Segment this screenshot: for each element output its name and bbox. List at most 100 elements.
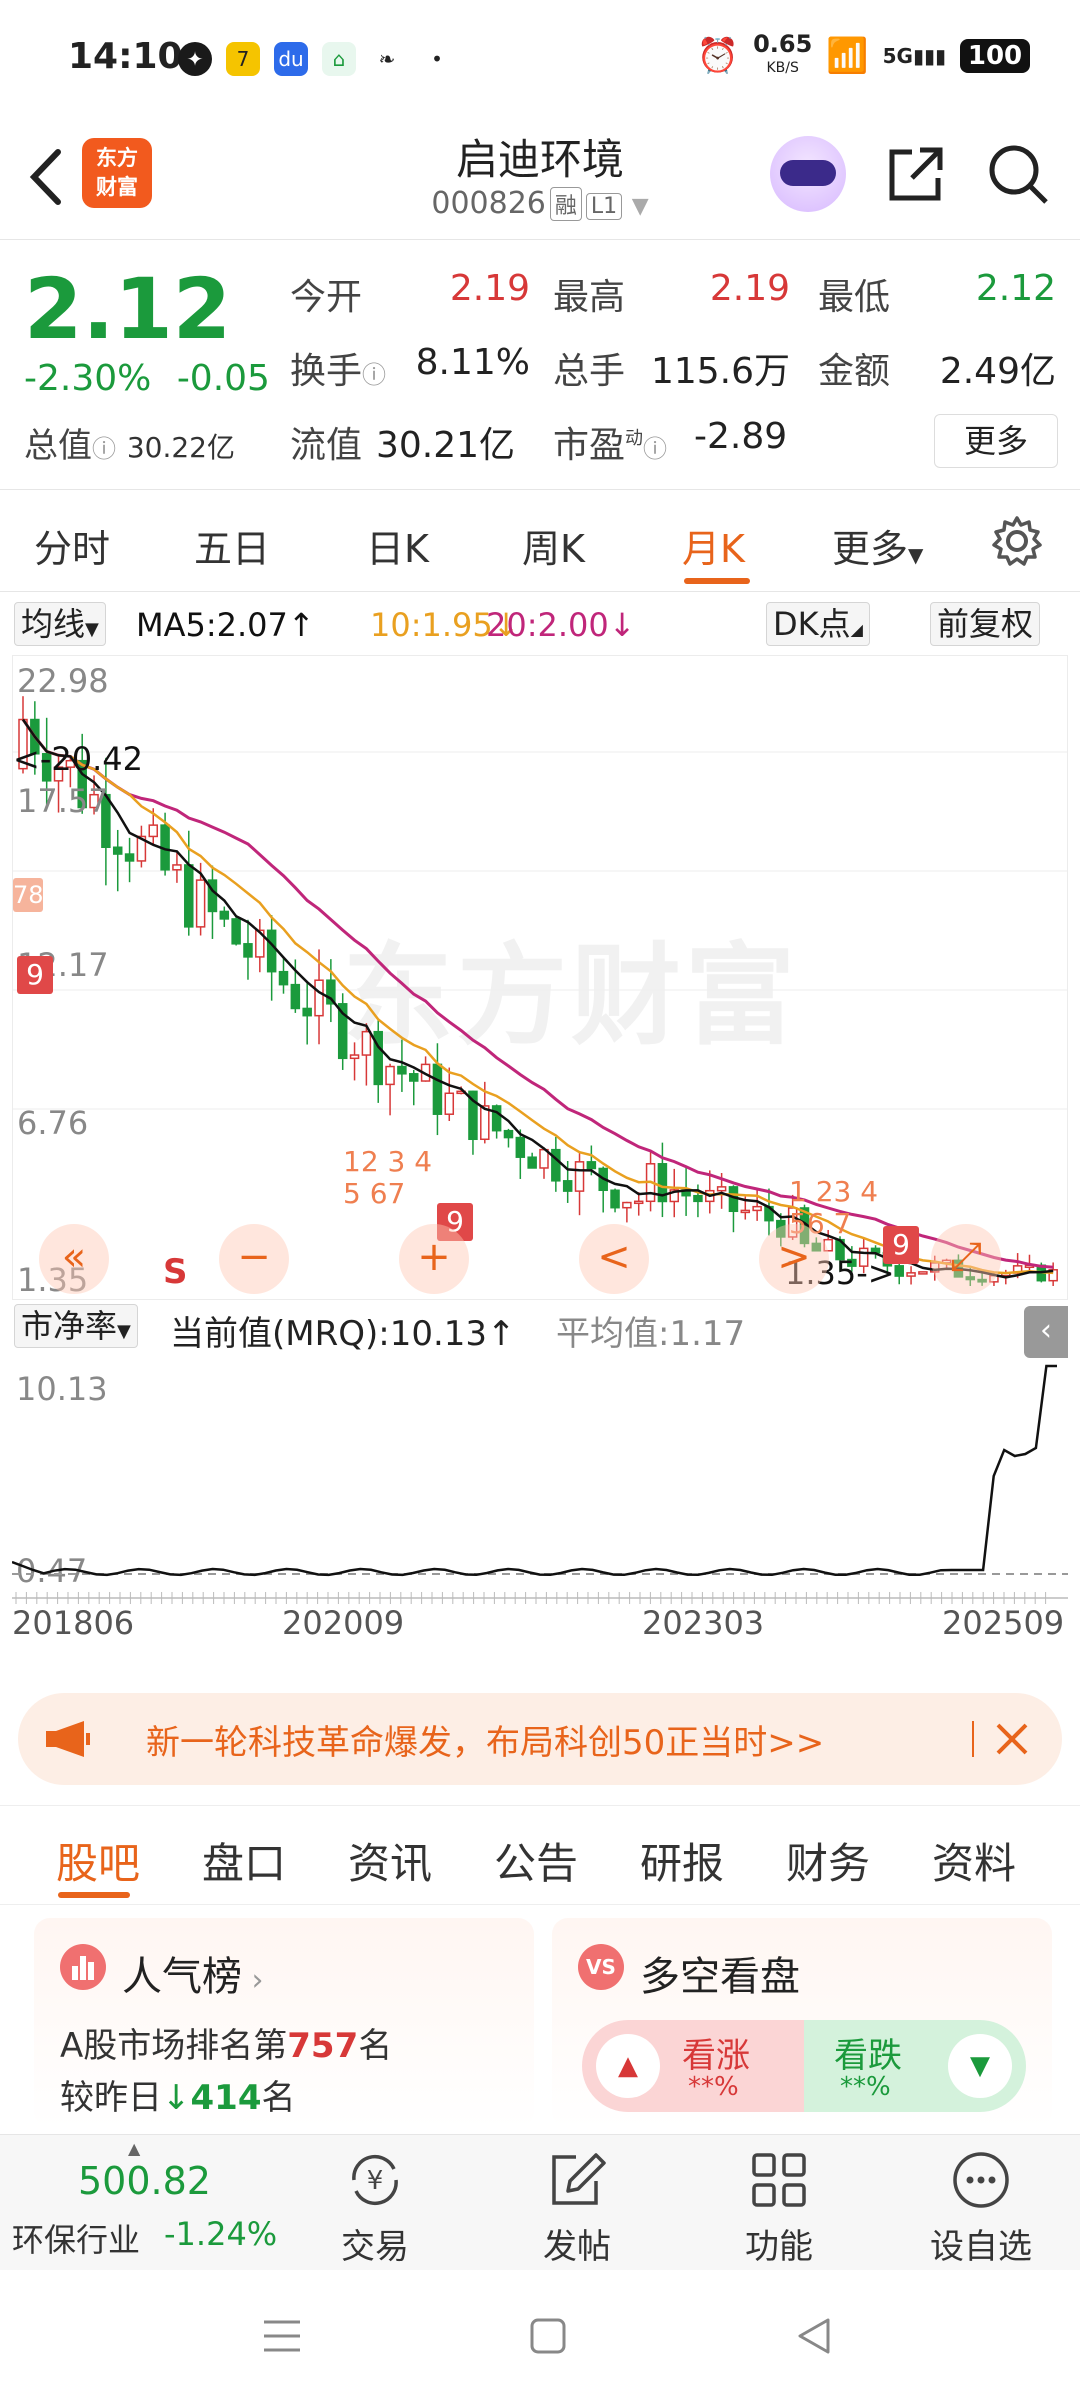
candle-body	[574, 1161, 585, 1192]
turnover-label-wrap: 换手ⓘ	[290, 342, 386, 394]
collapse-panel-icon[interactable]: ‹	[1024, 1306, 1068, 1358]
more-quote-button[interactable]: 更多	[934, 414, 1058, 468]
candle-body	[148, 824, 158, 838]
tab-guba[interactable]: 股吧	[56, 1830, 140, 1891]
bottom-nav: ▲ 500.82 环保行业 -1.24% ¥ 交易 发帖 功能 设自选	[0, 2134, 1080, 2270]
tab-order-book[interactable]: 盘口	[202, 1830, 286, 1891]
candle-body	[195, 879, 206, 928]
y-label-max: 22.98	[17, 662, 109, 700]
candle-body	[231, 918, 241, 945]
indicator-selector[interactable]: 均线▼	[14, 602, 106, 646]
industry-index[interactable]: ▲ 500.82 环保行业 -1.24%	[0, 2135, 290, 2271]
close-icon[interactable]	[992, 1719, 1032, 1759]
triangle-down-icon: ▼	[948, 2034, 1012, 2098]
tab-announcements[interactable]: 公告	[494, 1830, 578, 1891]
total-value[interactable]: 总值ⓘ 30.22亿	[24, 418, 235, 467]
pb-current-value: 当前值(MRQ):10.13↑	[170, 1314, 516, 1354]
bear-button[interactable]: 看跌 **% ▼	[804, 2020, 1026, 2112]
sell-signal-marker: S	[163, 1252, 188, 1292]
tab-news[interactable]: 资讯	[348, 1830, 432, 1891]
sub-indicator-selector[interactable]: 市净率▼	[14, 1304, 138, 1348]
zoom-in-button[interactable]: +	[399, 1224, 469, 1294]
candle-body	[503, 1129, 514, 1139]
stock-code: 000826	[431, 186, 546, 221]
fullscreen-button[interactable]: ⤢	[931, 1224, 1001, 1294]
candle-body	[906, 1272, 916, 1277]
info-icon: ⓘ	[362, 361, 387, 389]
tab-monthly-k[interactable]: 月K	[682, 518, 745, 573]
candle-body	[562, 1180, 573, 1192]
pb-svg	[12, 1364, 1068, 1604]
pe-label: 市盈	[553, 425, 626, 466]
tab-finance[interactable]: 财务	[786, 1830, 870, 1891]
candle-body	[586, 1161, 597, 1170]
active-tab-indicator	[58, 1892, 130, 1898]
home-square-icon[interactable]	[528, 2316, 568, 2356]
float-label: 流值	[290, 425, 363, 466]
promo-banner[interactable]: 新一轮科技革命爆发，布局科创50正当时>>	[18, 1693, 1062, 1785]
price-change: -2.30% -0.05	[24, 358, 270, 399]
volume-value: 115.6万	[650, 351, 790, 392]
candle-body	[693, 1194, 703, 1203]
nav-function[interactable]: 功能	[704, 2135, 854, 2271]
share-icon[interactable]	[884, 142, 948, 206]
popularity-card[interactable]: 人气榜 › A股市场排名第757名 较昨日↓414名	[34, 1918, 534, 2128]
candle-body	[480, 1105, 490, 1141]
candle-body	[740, 1209, 751, 1214]
home-app-icon: ⌂	[322, 42, 356, 76]
kline-chart[interactable]: 东方财富 22.98 17.57 12.17 6.76 1.35 <-20.42…	[12, 655, 1068, 1300]
high-label: 最高	[553, 277, 626, 318]
rank-suffix: 名	[358, 2026, 393, 2066]
zoom-out-button[interactable]: −	[219, 1224, 289, 1294]
scroll-right-button[interactable]: >	[759, 1224, 829, 1294]
search-icon[interactable]	[986, 142, 1050, 206]
tab-more[interactable]: 更多▼	[832, 518, 923, 573]
change-value: 414	[190, 2078, 262, 2118]
tab-five-day[interactable]: 五日	[194, 518, 270, 573]
adjust-button[interactable]: 前复权	[930, 602, 1041, 646]
candle-body	[551, 1148, 561, 1182]
candle-body	[752, 1205, 762, 1212]
pe-label-wrap: 市盈动ⓘ	[553, 416, 667, 468]
arrow-down-icon: ↓	[162, 2078, 191, 2118]
candle-body	[622, 1201, 632, 1209]
status-bar: 14:10 ✦ 7 du ⌂ ❧ • ⏰ 0.65 KB/S 📶 5G▮▮▮ 1…	[0, 0, 1080, 120]
pe-sup: 动	[625, 428, 644, 449]
bull-bear-card[interactable]: VS 多空看盘 ▲ 看涨 **% 看跌 **% ▼	[552, 1918, 1052, 2128]
dk-point-label: DK点	[773, 605, 851, 643]
yuan-cycle-icon: ¥	[352, 2154, 398, 2206]
nav-trade[interactable]: ¥ 交易	[300, 2135, 450, 2271]
net-speed-value: 0.65	[753, 30, 813, 58]
robot-face-icon	[780, 160, 836, 186]
signal-label: 5G	[882, 44, 913, 68]
megaphone-icon	[46, 1721, 90, 1757]
menu-icon[interactable]	[262, 2318, 302, 2354]
candle-body	[716, 1186, 727, 1192]
scroll-left-button[interactable]: <	[579, 1224, 649, 1294]
quote-panel: 2.12 -2.30% -0.05 总值ⓘ 30.22亿 今开 2.19 最高 …	[0, 240, 1080, 490]
bull-button[interactable]: ▲ 看涨 **%	[582, 2020, 804, 2112]
level-tag: L1	[585, 193, 623, 220]
leaf-icon: ❧	[378, 47, 396, 71]
settings-gear-icon[interactable]	[990, 514, 1044, 568]
system-nav-bar	[0, 2270, 1080, 2400]
td-signal-sequence: 12 3 4 5 67	[343, 1145, 433, 1210]
nav-watchlist[interactable]: 设自选	[906, 2135, 1056, 2271]
tab-profile[interactable]: 资料	[932, 1830, 1016, 1891]
popularity-rank: A股市场排名第757名	[60, 2018, 392, 2067]
candle-body	[124, 853, 135, 862]
tab-research[interactable]: 研报	[640, 1830, 724, 1891]
kline-svg	[13, 696, 1067, 1286]
pb-chart[interactable]: 市净率▼ 当前值(MRQ):10.13↑ 平均值:1.17 ‹ 10.13 0.…	[12, 1300, 1068, 1670]
scroll-start-button[interactable]: «	[39, 1224, 109, 1294]
nav-post[interactable]: 发帖	[502, 2135, 652, 2271]
dropdown-triangle-icon: ▼	[908, 543, 924, 567]
dk-point-button[interactable]: DK点◢	[766, 602, 870, 646]
wechat-icon: ✦	[178, 42, 212, 76]
tab-daily-k[interactable]: 日K	[366, 518, 429, 573]
info-icon: ⓘ	[643, 435, 668, 463]
back-triangle-icon[interactable]	[794, 2316, 834, 2356]
tab-weekly-k[interactable]: 周K	[522, 518, 585, 573]
net-speed-unit: KB/S	[766, 60, 799, 76]
tab-intraday[interactable]: 分时	[34, 518, 110, 573]
